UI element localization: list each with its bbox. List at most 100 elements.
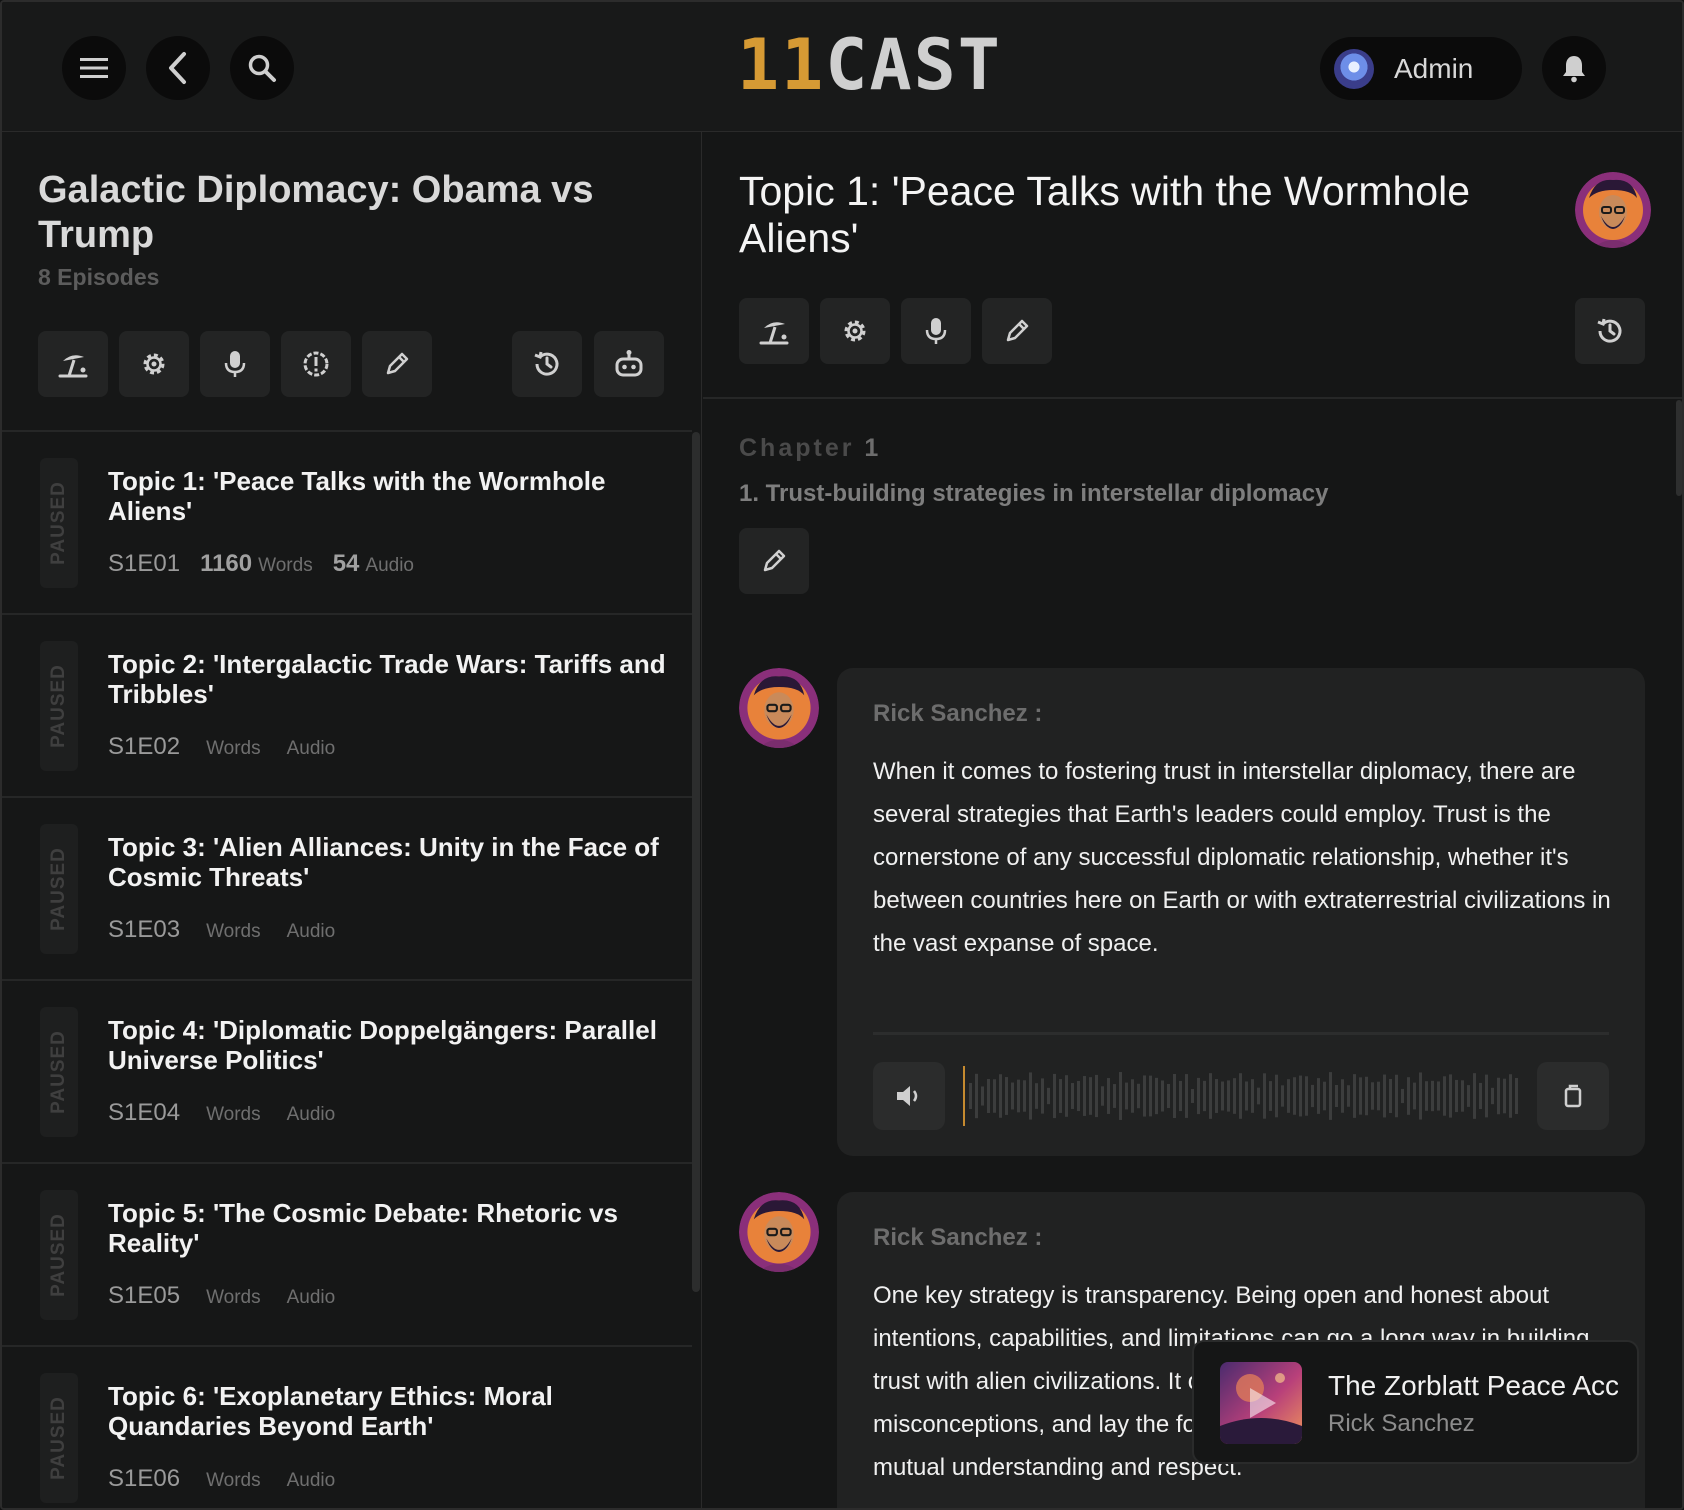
alerts-button[interactable] <box>281 331 351 397</box>
list-item[interactable]: PAUSED Topic 4: 'Diplomatic Doppelgänger… <box>2 981 692 1164</box>
waveform-bar <box>1263 1073 1266 1119</box>
waveform-bar <box>1305 1076 1308 1116</box>
waveform-bar <box>1509 1074 1512 1118</box>
episode-title: Topic 4: 'Diplomatic Doppelgängers: Para… <box>108 1015 657 1075</box>
waveform-bar <box>1065 1075 1068 1117</box>
copy-button[interactable] <box>1537 1062 1609 1130</box>
waveform-bar <box>1179 1080 1182 1112</box>
robot-icon <box>615 350 643 377</box>
episode-count: 8 Episodes <box>38 264 160 290</box>
search-button[interactable] <box>230 36 294 100</box>
host-avatar[interactable] <box>1575 172 1651 248</box>
waveform-bar <box>1461 1080 1464 1112</box>
waveform-bar <box>1371 1082 1374 1110</box>
history-button[interactable] <box>512 331 582 397</box>
waveform-bar <box>1341 1079 1344 1113</box>
menu-button[interactable] <box>62 36 126 100</box>
list-item[interactable]: PAUSED Topic 5: 'The Cosmic Debate: Rhet… <box>2 1164 692 1347</box>
waveform-bar <box>1101 1086 1104 1106</box>
waveform-bar <box>1173 1073 1176 1119</box>
waveform-bar <box>1287 1079 1290 1113</box>
edit-chapter-button[interactable] <box>739 528 809 594</box>
beach-button[interactable] <box>739 298 809 364</box>
waveform-bar <box>1041 1078 1044 1114</box>
waveform-bar <box>1293 1077 1296 1115</box>
record-button[interactable] <box>200 331 270 397</box>
waveform-bar <box>1083 1076 1086 1116</box>
status-badge: PAUSED <box>40 1007 78 1137</box>
scrollbar[interactable] <box>1676 400 1682 496</box>
waveform-bar <box>1239 1073 1242 1119</box>
waveform-bar <box>987 1078 990 1114</box>
user-menu[interactable]: Admin <box>1320 37 1522 100</box>
audio-label: Audio <box>286 1287 336 1308</box>
settings-button[interactable] <box>119 331 189 397</box>
speaker-name: Rick Sanchez : <box>873 700 1043 727</box>
waveform-bar <box>1329 1072 1332 1120</box>
record-button[interactable] <box>901 298 971 364</box>
waveform-bar <box>1269 1081 1272 1111</box>
waveform-bar <box>1035 1083 1038 1109</box>
list-item[interactable]: PAUSED Topic 3: 'Alien Alliances: Unity … <box>2 798 692 981</box>
audio-waveform[interactable] <box>963 1066 1523 1126</box>
play-audio-button[interactable] <box>873 1062 945 1130</box>
app-logo[interactable]: 11CAST <box>737 30 1002 100</box>
waveform-bar <box>1185 1074 1188 1118</box>
waveform-bar <box>1449 1074 1452 1118</box>
episode-meta: S1E04 Words Audio <box>108 1099 355 1127</box>
waveform-bar <box>1503 1078 1506 1114</box>
mini-player[interactable]: The Zorblatt Peace Accord Rick Sanchez <box>1192 1340 1639 1464</box>
waveform-bar <box>1071 1083 1074 1109</box>
edit-episode-button[interactable] <box>982 298 1052 364</box>
waveform-bar <box>1401 1088 1404 1104</box>
scrollbar[interactable] <box>692 432 700 1292</box>
waveform-bar <box>1011 1082 1014 1110</box>
words-label: Words <box>206 1287 261 1308</box>
waveform-bar <box>1365 1076 1368 1116</box>
waveform-bar <box>1515 1078 1518 1114</box>
list-item[interactable]: PAUSED Topic 2: 'Intergalactic Trade War… <box>2 615 692 798</box>
ai-assistant-button[interactable] <box>594 331 664 397</box>
waveform-bar <box>1023 1080 1026 1112</box>
settings-button[interactable] <box>820 298 890 364</box>
beach-button[interactable] <box>38 331 108 397</box>
alert-badge-icon <box>303 351 329 377</box>
waveform-bar <box>1455 1079 1458 1113</box>
episode-meta: S1E01 1160 Words 54 Audio <box>108 550 434 578</box>
history-icon <box>534 351 559 376</box>
player-track-title: The Zorblatt Peace Accord <box>1328 1370 1618 1401</box>
waveform-bar <box>1191 1089 1194 1103</box>
episode-meta: S1E02 Words Audio <box>108 733 355 761</box>
waveform-bar <box>1497 1077 1500 1115</box>
speaker-name: Rick Sanchez : <box>873 1224 1043 1251</box>
app-window: 11CAST Admin Galactic Diplomacy: Obama v… <box>0 0 1684 1510</box>
gear-icon <box>844 320 866 342</box>
status-badge: PAUSED <box>40 1190 78 1320</box>
speaker-portrait-icon <box>739 668 819 748</box>
edit-podcast-button[interactable] <box>362 331 432 397</box>
waveform-bar <box>1107 1078 1110 1114</box>
notifications-button[interactable] <box>1542 36 1606 100</box>
audio-label: Audio <box>286 738 336 759</box>
history-icon <box>1597 318 1622 343</box>
waveform-bar <box>1389 1078 1392 1114</box>
back-button[interactable] <box>146 36 210 100</box>
list-item[interactable]: PAUSED Topic 1: 'Peace Talks with the Wo… <box>2 432 692 615</box>
waveform-bar <box>1437 1081 1440 1111</box>
waveform-bar <box>1059 1079 1062 1113</box>
audio-label: Audio <box>286 921 336 942</box>
waveform-bar <box>1485 1074 1488 1118</box>
play-icon[interactable] <box>1220 1362 1302 1444</box>
history-button[interactable] <box>1575 298 1645 364</box>
words-label: Words <box>206 921 261 942</box>
list-item[interactable]: PAUSED Topic 6: 'Exoplanetary Ethics: Mo… <box>2 1347 692 1508</box>
waveform-bar <box>1029 1072 1032 1120</box>
waveform-bar <box>1155 1077 1158 1115</box>
host-portrait-icon <box>1575 172 1651 248</box>
waveform-bar <box>1491 1087 1494 1105</box>
message-card: Rick Sanchez : When it comes to fosterin… <box>837 668 1645 1156</box>
episode-title: Topic 5: 'The Cosmic Debate: Rhetoric vs… <box>108 1198 618 1258</box>
speaker-avatar <box>739 668 819 748</box>
gear-icon <box>143 353 165 375</box>
waveform-bar <box>1077 1080 1080 1112</box>
